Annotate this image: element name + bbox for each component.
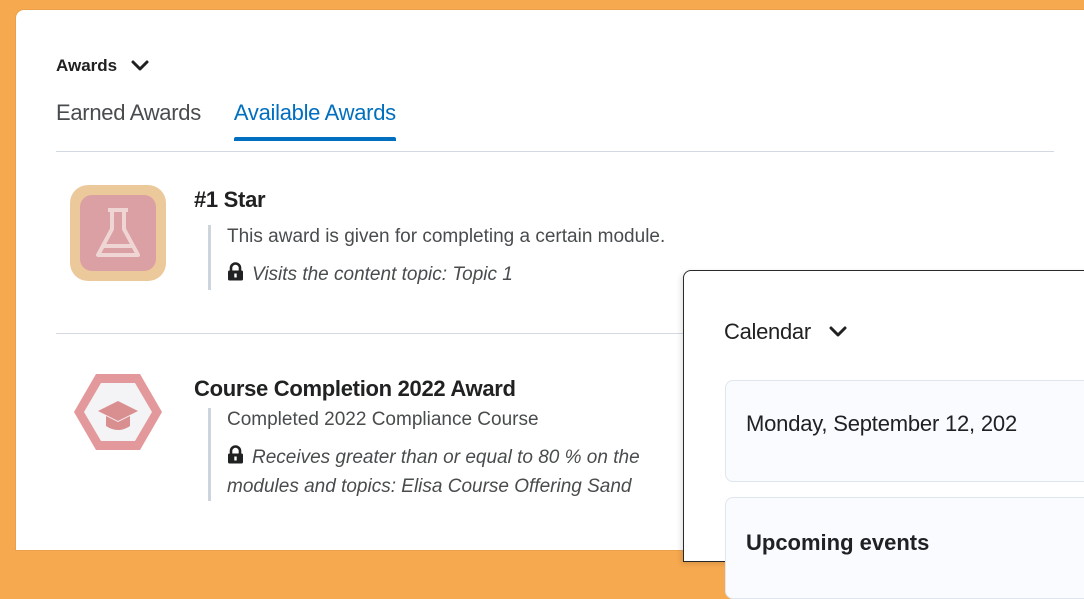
award-criteria-text: Visits the content topic: Topic 1 [252, 264, 513, 285]
award-criteria: Receives greater than or equal to 80 % o… [227, 444, 640, 501]
upcoming-events-heading: Upcoming events [746, 530, 930, 555]
calendar-widget: Calendar Monday, September 12, 202 Upcom… [683, 270, 1084, 599]
tab-earned-awards[interactable]: Earned Awards [56, 100, 201, 140]
award-criteria: Visits the content topic: Topic 1 [227, 261, 665, 290]
award-description: Completed 2022 Compliance Course [227, 409, 539, 430]
calendar-date-box[interactable]: Monday, September 12, 202 [725, 380, 1084, 482]
calendar-title: Calendar [724, 319, 811, 344]
graduation-cap-icon [70, 368, 166, 464]
awards-tabs: Earned Awards Available Awards [56, 100, 396, 141]
award-criteria-text: modules and topics: Elisa Course Offerin… [227, 476, 632, 497]
flask-icon [70, 185, 166, 281]
award-name[interactable]: Course Completion 2022 Award [194, 376, 516, 402]
awards-title: Awards [56, 56, 118, 75]
lock-icon [227, 445, 244, 473]
chevron-down-icon[interactable] [131, 60, 149, 72]
award-details: This award is given for completing a cer… [208, 225, 665, 290]
tab-available-awards[interactable]: Available Awards [233, 100, 396, 141]
award-description: This award is given for completing a cer… [227, 226, 666, 247]
tab-divider [56, 151, 1054, 152]
award-criteria-text: Receives greater than or equal to 80 % o… [252, 447, 640, 468]
calendar-date: Monday, September 12, 202 [746, 411, 1017, 436]
award-details: Completed 2022 Compliance Course Receive… [208, 408, 640, 501]
award-name[interactable]: #1 Star [194, 187, 266, 213]
calendar-header: Calendar [724, 319, 847, 345]
chevron-down-icon[interactable] [829, 326, 847, 338]
awards-header: Awards [56, 56, 149, 76]
lock-icon [227, 262, 244, 290]
upcoming-events-box[interactable]: Upcoming events [725, 497, 1084, 599]
